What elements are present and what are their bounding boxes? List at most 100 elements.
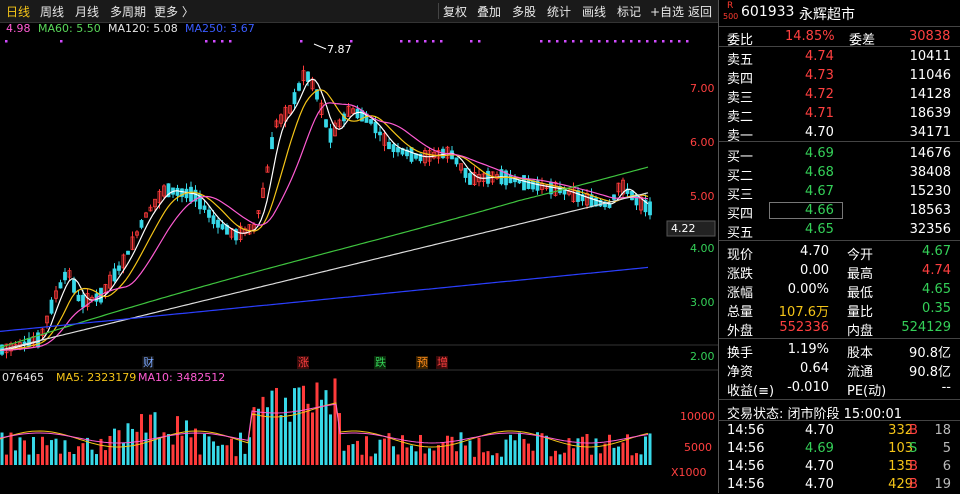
bid-level-row: 买一 4.69 14676 — [719, 145, 960, 165]
stat-value: 107.6万 — [778, 305, 829, 320]
level-volume: 14128 — [909, 87, 951, 102]
volume-ma5-line — [0, 402, 649, 448]
candle — [405, 146, 409, 160]
level-price: 4.73 — [805, 68, 834, 83]
signal-dot — [606, 40, 609, 43]
signal-dot — [622, 40, 625, 43]
volume-bar — [185, 420, 188, 465]
ask-level-row: 卖一 4.70 34171 — [719, 124, 960, 144]
stat-label: 换手 — [727, 346, 754, 361]
stat-value: 1.19% — [787, 342, 829, 357]
event-marker-forecast[interactable]: 预 — [417, 356, 428, 369]
stat-label: 今开 — [847, 248, 874, 263]
order-diff-value: 30838 — [909, 29, 951, 44]
volume-bar — [464, 445, 467, 465]
tick-row[interactable]: 14:56 4.69 103 S 5 — [719, 440, 960, 458]
volume-bar — [383, 438, 386, 465]
volume-bar — [176, 416, 179, 465]
volume-bar — [77, 446, 80, 465]
signal-dot — [598, 40, 601, 43]
signal-dot — [540, 40, 543, 43]
volume-bar — [180, 435, 184, 465]
tick-row[interactable]: 14:56 4.70 429 B 19 — [719, 476, 960, 494]
volume-bar — [621, 442, 625, 465]
volume-bar — [68, 451, 71, 465]
candle — [409, 147, 414, 164]
volume-bar — [279, 415, 283, 465]
signal-dot — [678, 40, 681, 43]
badge-letter: R — [727, 1, 734, 11]
volume-bar — [126, 423, 130, 465]
candle — [148, 204, 153, 212]
ask-level-row: 卖四 4.73 11046 — [719, 67, 960, 87]
volume-bar — [558, 454, 562, 465]
stat-label: PE(动) — [847, 384, 887, 399]
volume-bar — [351, 444, 355, 465]
level-label: 买三 — [727, 188, 754, 203]
candle — [603, 200, 607, 210]
stat-value: 90.8亿 — [909, 346, 951, 361]
volume-bar — [270, 390, 274, 465]
candle — [576, 187, 580, 207]
candle — [270, 132, 274, 150]
event-marker-finance[interactable]: 财 — [143, 355, 154, 369]
ma120-line — [0, 192, 649, 351]
signal-dot — [630, 40, 633, 43]
order-ratio-value: 14.85% — [785, 29, 835, 44]
signal-dot — [572, 40, 575, 43]
volume-bar — [531, 450, 535, 465]
candle — [463, 167, 468, 183]
event-marker-increase[interactable]: 增 — [437, 355, 448, 369]
volume-bar — [230, 438, 233, 465]
tick-time: 14:56 — [727, 477, 765, 492]
volume-bar — [140, 414, 143, 465]
level-label: 卖四 — [727, 72, 754, 87]
candle — [616, 182, 621, 196]
stat-label: 外盘 — [727, 324, 754, 339]
signal-dot — [5, 40, 8, 43]
event-marker-limit-down[interactable]: 跌 — [375, 355, 386, 369]
stat-value: 4.70 — [800, 244, 829, 259]
level-price: 4.70 — [805, 125, 834, 140]
volume-bar — [513, 440, 517, 465]
divider — [719, 399, 960, 400]
volume-bar — [486, 451, 490, 465]
volume-bar — [540, 433, 544, 465]
volume-legend-item: MA5: 2323179 — [56, 371, 137, 384]
candle — [288, 105, 292, 115]
volume-bar — [536, 432, 539, 465]
volume-bar — [99, 438, 103, 465]
volume-bar — [504, 439, 508, 465]
volume-bar — [135, 431, 139, 465]
volume-bar — [212, 441, 215, 465]
signal-dot — [300, 40, 303, 43]
volume-bar — [297, 387, 301, 465]
candle — [265, 164, 270, 173]
level-price: 4.68 — [805, 165, 834, 180]
level-label: 买一 — [727, 150, 754, 165]
event-marker-limit-up[interactable]: 涨 — [298, 356, 309, 369]
volume-bar — [590, 454, 593, 465]
candle — [648, 197, 652, 220]
volume-bar — [396, 454, 400, 465]
volume-bar — [207, 436, 211, 465]
volume-bar — [54, 438, 58, 465]
volume-bar — [644, 436, 647, 465]
level-volume: 15230 — [909, 184, 951, 199]
peak-pointer — [313, 43, 327, 50]
tick-side: B — [909, 423, 918, 438]
volume-bar — [477, 437, 481, 465]
level-price: 4.74 — [805, 49, 834, 64]
volume-bar — [63, 440, 67, 465]
candle — [135, 230, 139, 239]
volume-bar — [266, 407, 269, 465]
volume-bar — [482, 452, 485, 465]
candle — [522, 175, 526, 191]
kline-chart-area[interactable]: 日线 周线 月线 多周期 更多 〉 复权 叠加 多股 统计 画线 标记 +自选 … — [0, 0, 718, 493]
stat-value: 4.74 — [922, 263, 951, 278]
tick-row[interactable]: 14:56 4.70 332 B 18 — [719, 422, 960, 440]
signal-dot — [638, 40, 641, 43]
candle — [54, 286, 58, 303]
tick-row[interactable]: 14:56 4.70 135 B 6 — [719, 458, 960, 476]
level-label: 买四 — [727, 207, 754, 222]
